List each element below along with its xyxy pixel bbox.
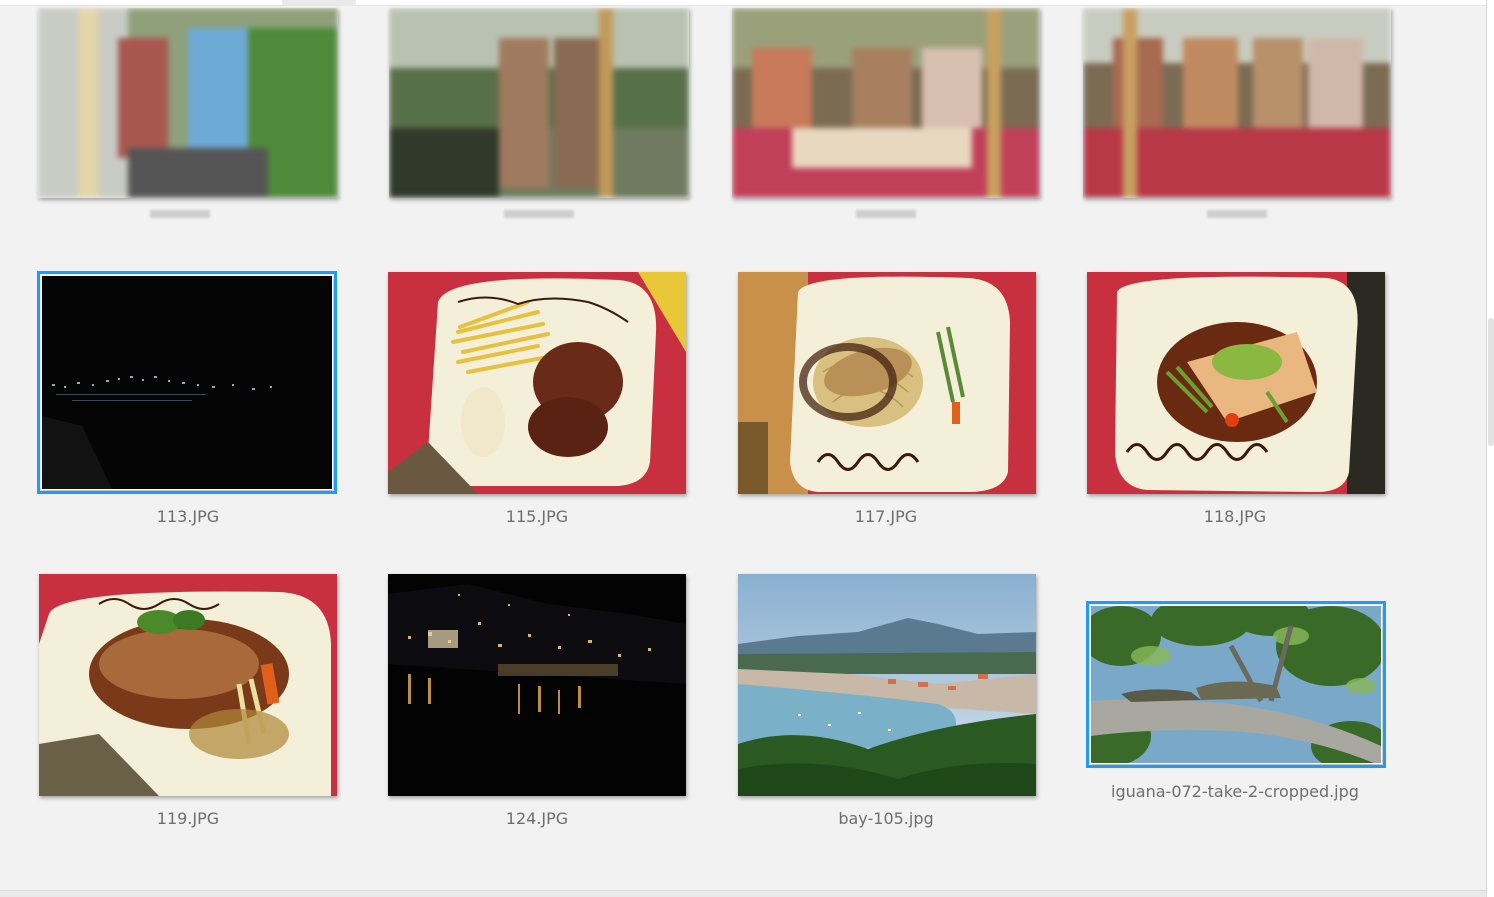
file-name-label xyxy=(504,210,574,218)
tab-stub[interactable] xyxy=(282,0,356,6)
photo-thumbnail[interactable] xyxy=(388,574,686,796)
photo-thumbnail[interactable] xyxy=(388,272,686,494)
top-toolbar-edge xyxy=(0,0,1486,6)
bottom-edge xyxy=(0,890,1486,897)
photo-thumbnail[interactable] xyxy=(1087,272,1385,494)
scrollbar-thumb[interactable] xyxy=(1488,318,1494,446)
photo-gallery-page: 113.JPG 115.JPG 117.JPG 118.JPG 119.JPG … xyxy=(0,0,1486,897)
photo-thumbnail[interactable] xyxy=(389,8,689,198)
file-name-label: 117.JPG xyxy=(854,507,918,526)
photo-thumbnail[interactable] xyxy=(732,8,1040,198)
file-name-label: iguana-072-take-2-cropped.jpg xyxy=(1111,782,1359,801)
photo-thumbnail[interactable] xyxy=(37,271,337,494)
photo-thumbnail[interactable] xyxy=(39,574,337,796)
file-name-label: 118.JPG xyxy=(1203,507,1267,526)
file-name-label: 119.JPG xyxy=(156,809,220,828)
photo-thumbnail[interactable] xyxy=(1083,8,1391,198)
file-name-label xyxy=(856,210,916,218)
vertical-scrollbar[interactable] xyxy=(1486,0,1494,897)
file-name-label xyxy=(150,210,210,218)
file-name-label: bay-105.jpg xyxy=(838,809,934,828)
photo-thumbnail[interactable] xyxy=(738,574,1036,796)
photo-thumbnail[interactable] xyxy=(38,8,338,198)
file-name-label: 124.JPG xyxy=(505,809,569,828)
photo-thumbnail[interactable] xyxy=(738,272,1036,494)
file-name-label: 115.JPG xyxy=(505,507,569,526)
photo-thumbnail[interactable] xyxy=(1086,601,1386,768)
file-name-label xyxy=(1207,210,1267,218)
file-name-label: 113.JPG xyxy=(156,507,220,526)
